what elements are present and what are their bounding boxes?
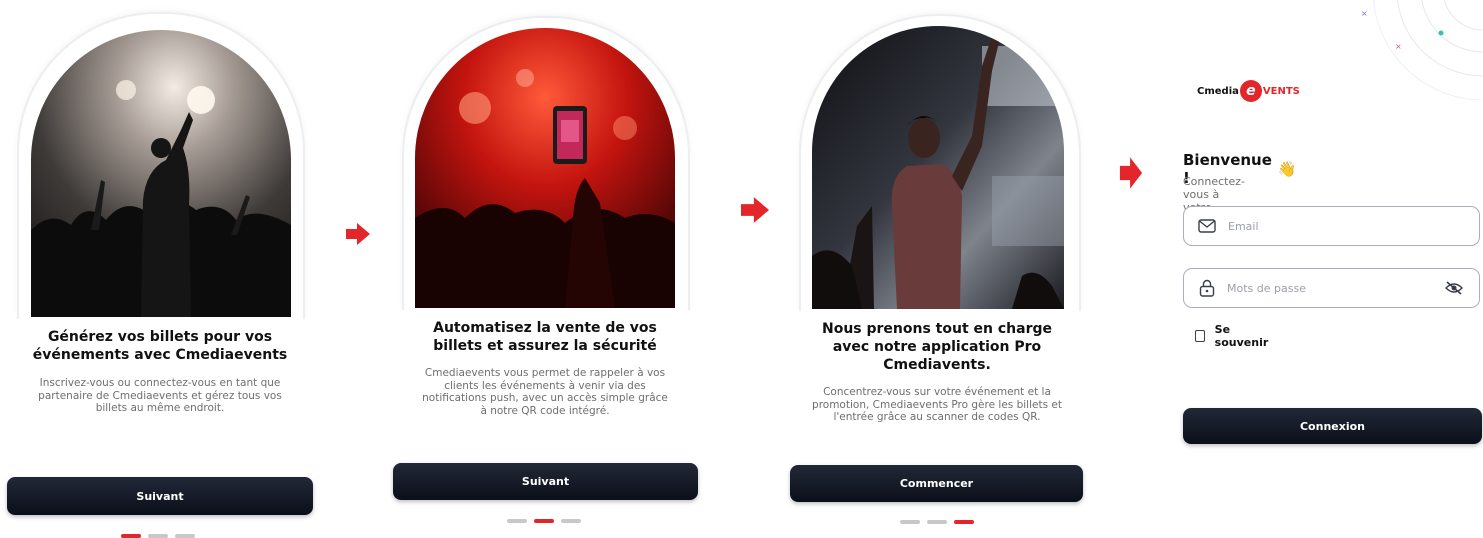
title-line: avec notre application Pro bbox=[832, 339, 1042, 355]
page-dot[interactable] bbox=[927, 520, 947, 524]
page-indicator bbox=[900, 520, 974, 524]
title-line: Nous prenons tout en charge bbox=[821, 321, 1052, 337]
description-line: billets au même endroit. bbox=[95, 402, 225, 414]
description-line: partenaire de Cmediaevents et gérez tous… bbox=[38, 389, 282, 402]
screen-title: Automatisez la vente de vos billets et a… bbox=[405, 319, 685, 355]
email-field[interactable] bbox=[1183, 206, 1480, 246]
remember-me[interactable]: Se souvenir bbox=[1195, 323, 1271, 349]
decorative-circles: × × bbox=[1361, 0, 1483, 100]
performer-photo bbox=[812, 26, 1064, 309]
logo-e-badge: e bbox=[1239, 80, 1262, 102]
title-line: Automatisez la vente de vos bbox=[433, 320, 657, 336]
next-button[interactable]: Suivant bbox=[7, 477, 313, 515]
arrow-right-icon bbox=[741, 197, 769, 223]
login-button[interactable]: Connexion bbox=[1183, 408, 1482, 444]
title-line: Cmediavents. bbox=[883, 357, 991, 373]
eye-off-icon[interactable] bbox=[1445, 281, 1463, 295]
page-dot-active[interactable] bbox=[954, 520, 974, 524]
page-indicator bbox=[121, 534, 195, 538]
description-line: Inscrivez-vous ou connectez-vous en tant… bbox=[39, 377, 281, 389]
svg-text:×: × bbox=[1395, 42, 1402, 51]
arrow-right-icon bbox=[346, 223, 370, 245]
title-line: Générez vos billets pour vos bbox=[47, 329, 273, 345]
password-input[interactable] bbox=[1225, 280, 1429, 296]
remember-label: Se souvenir bbox=[1214, 323, 1269, 349]
page-dot-active[interactable] bbox=[121, 534, 141, 538]
page-dot[interactable] bbox=[148, 534, 168, 538]
description-line: clients les événements à venir via des bbox=[444, 379, 646, 392]
logo-suffix: VENTS bbox=[1262, 85, 1300, 97]
description-line: promotion, Cmediaevents Pro gère les bil… bbox=[812, 398, 1062, 411]
email-input[interactable] bbox=[1226, 218, 1430, 234]
page-dot[interactable] bbox=[175, 534, 195, 538]
start-button[interactable]: Commencer bbox=[790, 465, 1083, 502]
title-line: billets et assurez la sécurité bbox=[433, 338, 657, 354]
logo-letter: e bbox=[1246, 83, 1256, 99]
screen-description: Concentrez-vous sur votre événement et l… bbox=[797, 386, 1077, 424]
mail-icon bbox=[1198, 219, 1216, 233]
logo-prefix: Cmedia bbox=[1197, 85, 1239, 97]
password-field[interactable] bbox=[1183, 268, 1480, 308]
description-line: l'entrée grâce au scanner de codes QR. bbox=[833, 411, 1041, 423]
concert-photo bbox=[415, 28, 675, 308]
page-indicator bbox=[507, 519, 581, 523]
description-line: à notre QR code intégré. bbox=[480, 404, 610, 417]
page-dot[interactable] bbox=[900, 520, 920, 524]
description-line: notifications push, avec un accès simple… bbox=[422, 392, 668, 404]
arrow-right-icon bbox=[1119, 157, 1143, 189]
checkbox-icon[interactable] bbox=[1195, 330, 1205, 342]
page-dot-active[interactable] bbox=[534, 519, 554, 523]
page-dot[interactable] bbox=[561, 519, 581, 523]
waving-hand-icon: 👋 bbox=[1277, 160, 1297, 178]
lock-icon bbox=[1199, 279, 1215, 297]
screen-description: Cmediaevents vous permet de rappeler à v… bbox=[405, 367, 685, 417]
screen-description: Inscrivez-vous ou connectez-vous en tant… bbox=[20, 377, 300, 415]
screen-title: Générez vos billets pour vos événements … bbox=[20, 328, 300, 364]
next-button[interactable]: Suivant bbox=[393, 463, 698, 500]
description-line: Concentrez-vous sur votre événement et l… bbox=[823, 386, 1051, 398]
logo: Cmedia e VENTS bbox=[1197, 80, 1300, 102]
screen-title: Nous prenons tout en charge avec notre a… bbox=[797, 320, 1077, 374]
page-dot[interactable] bbox=[507, 519, 527, 523]
concert-photo bbox=[31, 30, 291, 317]
svg-text:×: × bbox=[1361, 9, 1368, 18]
title-line: événements avec Cmediaevents bbox=[32, 347, 288, 363]
description-line: Cmediaevents vous permet de rappeler à v… bbox=[424, 367, 666, 379]
